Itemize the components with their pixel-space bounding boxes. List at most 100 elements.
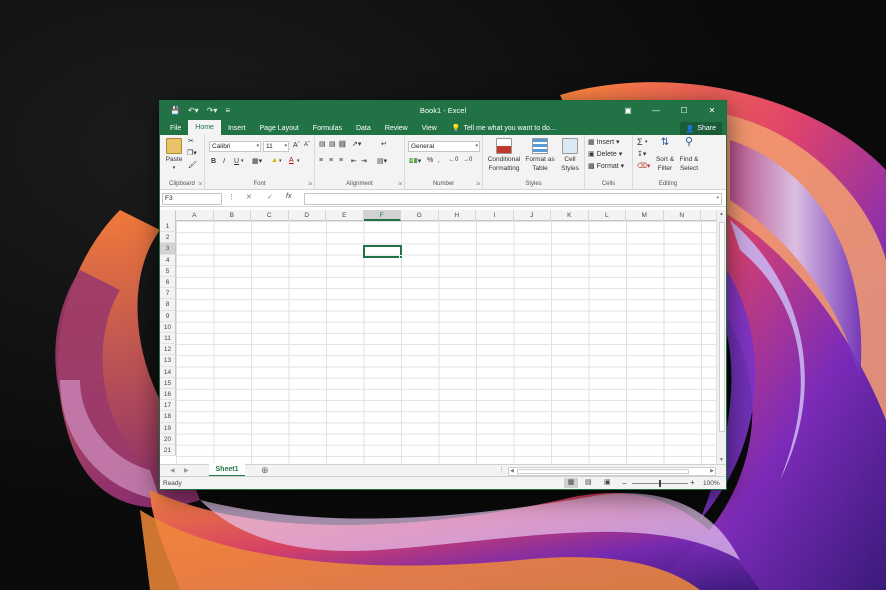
accounting-format-icon[interactable]: 💵▾: [409, 157, 421, 165]
number-format-select[interactable]: General ▾: [408, 141, 480, 152]
undo-icon[interactable]: ↶▾: [188, 106, 199, 115]
increase-indent-icon[interactable]: ⇥: [361, 157, 367, 165]
row-header-20[interactable]: 20: [160, 433, 176, 445]
decrease-font-icon[interactable]: Aˇ: [304, 142, 310, 148]
autosum-icon[interactable]: Σ: [637, 137, 643, 147]
zoom-slider-thumb[interactable]: [659, 480, 661, 487]
row-header-3[interactable]: 3: [160, 243, 176, 255]
tab-data[interactable]: Data: [349, 121, 378, 135]
row-header-14[interactable]: 14: [160, 366, 176, 378]
row-header-1[interactable]: 1: [160, 221, 176, 233]
add-sheet-icon[interactable]: ⊕: [261, 465, 269, 476]
column-header-f[interactable]: F: [363, 210, 401, 221]
vertical-scrollbar[interactable]: ▲ ▼: [716, 210, 726, 464]
next-sheet-icon[interactable]: ▶: [184, 467, 189, 474]
enter-icon[interactable]: ✓: [267, 193, 273, 201]
scroll-up-icon[interactable]: ▲: [719, 211, 724, 217]
select-all-button[interactable]: [160, 210, 176, 221]
cell-area[interactable]: [176, 221, 716, 464]
horizontal-scrollbar[interactable]: ◀ ▶: [508, 467, 716, 476]
conditional-formatting-button[interactable]: Conditional Formatting: [485, 138, 523, 173]
column-header-j[interactable]: J: [514, 210, 551, 221]
column-header-e[interactable]: E: [326, 210, 364, 221]
row-header-10[interactable]: 10: [160, 321, 176, 333]
tab-formulas[interactable]: Formulas: [306, 121, 349, 135]
clipboard-launcher-icon[interactable]: ⇲: [198, 181, 202, 187]
fill-icon[interactable]: ↧▾: [637, 150, 646, 158]
share-button[interactable]: 👤 Share: [679, 122, 722, 135]
row-header-2[interactable]: 2: [160, 232, 176, 244]
column-header-b[interactable]: B: [214, 210, 251, 221]
align-right-icon[interactable]: ≡: [339, 157, 343, 164]
zoom-in-icon[interactable]: +: [690, 478, 695, 487]
decrease-decimal-icon[interactable]: →0: [463, 157, 472, 163]
cell-styles-button[interactable]: Cell Styles: [557, 138, 583, 173]
insert-cells-button[interactable]: ▦ Insert ▾: [588, 138, 620, 146]
vertical-scroll-thumb[interactable]: [719, 222, 725, 432]
borders-icon[interactable]: ▦▾: [252, 157, 262, 165]
formula-input[interactable]: ▾: [304, 193, 722, 205]
scroll-down-icon[interactable]: ▼: [719, 457, 724, 463]
row-header-19[interactable]: 19: [160, 422, 176, 434]
column-header-k[interactable]: K: [551, 210, 589, 221]
insert-function-button[interactable]: fx: [286, 193, 291, 200]
delete-cells-button[interactable]: ▣ Delete ▾: [588, 150, 622, 158]
fill-color-dropdown-icon[interactable]: ▾: [279, 158, 282, 164]
format-as-table-button[interactable]: Format as Table: [523, 138, 557, 173]
row-header-8[interactable]: 8: [160, 299, 176, 311]
save-icon[interactable]: 💾: [170, 106, 180, 115]
tab-review[interactable]: Review: [378, 121, 415, 135]
clear-icon[interactable]: ⌫▾: [637, 162, 650, 170]
column-header-g[interactable]: G: [401, 210, 439, 221]
tab-view[interactable]: View: [415, 121, 444, 135]
maximize-icon[interactable]: ☐: [670, 101, 698, 119]
bottom-align-icon[interactable]: ▤: [339, 140, 346, 148]
minimize-icon[interactable]: —: [642, 101, 670, 119]
scroll-left-icon[interactable]: ◀: [510, 468, 514, 474]
wrap-text-icon[interactable]: ↵: [381, 140, 387, 148]
number-launcher-icon[interactable]: ⇲: [476, 181, 480, 187]
expand-formula-bar-icon[interactable]: ▾: [716, 195, 719, 201]
font-launcher-icon[interactable]: ⇲: [308, 181, 312, 187]
row-header-15[interactable]: 15: [160, 377, 176, 389]
row-header-21[interactable]: 21: [160, 445, 176, 457]
find-select-button[interactable]: ⚲ Find & Select: [677, 137, 701, 173]
align-center-icon[interactable]: ≡: [329, 157, 333, 164]
fill-color-icon[interactable]: ▲: [271, 157, 278, 164]
active-cell-f3[interactable]: [363, 245, 403, 259]
font-size-select[interactable]: 11 ▾: [263, 141, 289, 152]
column-header-c[interactable]: C: [251, 210, 289, 221]
top-align-icon[interactable]: ▤: [319, 140, 326, 148]
tell-me-box[interactable]: 💡 Tell me what you want to do...: [444, 121, 556, 135]
name-box[interactable]: F3: [162, 193, 222, 205]
sort-filter-button[interactable]: ⇅ Sort & Filter: [653, 138, 677, 173]
row-header-12[interactable]: 12: [160, 344, 176, 356]
prev-sheet-icon[interactable]: ◀: [170, 467, 175, 474]
increase-font-icon[interactable]: Aˆ: [293, 142, 300, 149]
normal-view-icon[interactable]: ▦: [564, 478, 578, 488]
tab-home[interactable]: Home: [188, 120, 221, 135]
row-header-4[interactable]: 4: [160, 254, 176, 266]
tab-insert[interactable]: Insert: [221, 121, 253, 135]
underline-dropdown-icon[interactable]: ▾: [241, 158, 244, 164]
row-header-16[interactable]: 16: [160, 389, 176, 401]
font-color-dropdown-icon[interactable]: ▾: [297, 158, 300, 164]
percent-style-button[interactable]: %: [427, 157, 433, 164]
font-color-icon[interactable]: A: [289, 157, 294, 164]
row-header-9[interactable]: 9: [160, 310, 176, 322]
middle-align-icon[interactable]: ▤: [329, 140, 336, 148]
tab-file[interactable]: File: [160, 121, 188, 135]
autosum-dropdown-icon[interactable]: ▾: [645, 139, 648, 145]
page-layout-view-icon[interactable]: ▤: [585, 478, 592, 486]
format-cells-button[interactable]: ▩ Format ▾: [588, 162, 624, 170]
increase-decimal-icon[interactable]: ←0: [449, 157, 458, 163]
row-header-17[interactable]: 17: [160, 400, 176, 412]
underline-button[interactable]: U: [234, 158, 239, 165]
column-header-m[interactable]: M: [626, 210, 664, 221]
row-header-6[interactable]: 6: [160, 277, 176, 289]
comma-style-icon[interactable]: ‚: [438, 157, 440, 164]
merge-center-icon[interactable]: ▤▾: [377, 157, 387, 165]
column-header-n[interactable]: N: [664, 210, 701, 221]
row-header-7[interactable]: 7: [160, 288, 176, 300]
copy-icon[interactable]: ❐▾: [187, 149, 197, 157]
